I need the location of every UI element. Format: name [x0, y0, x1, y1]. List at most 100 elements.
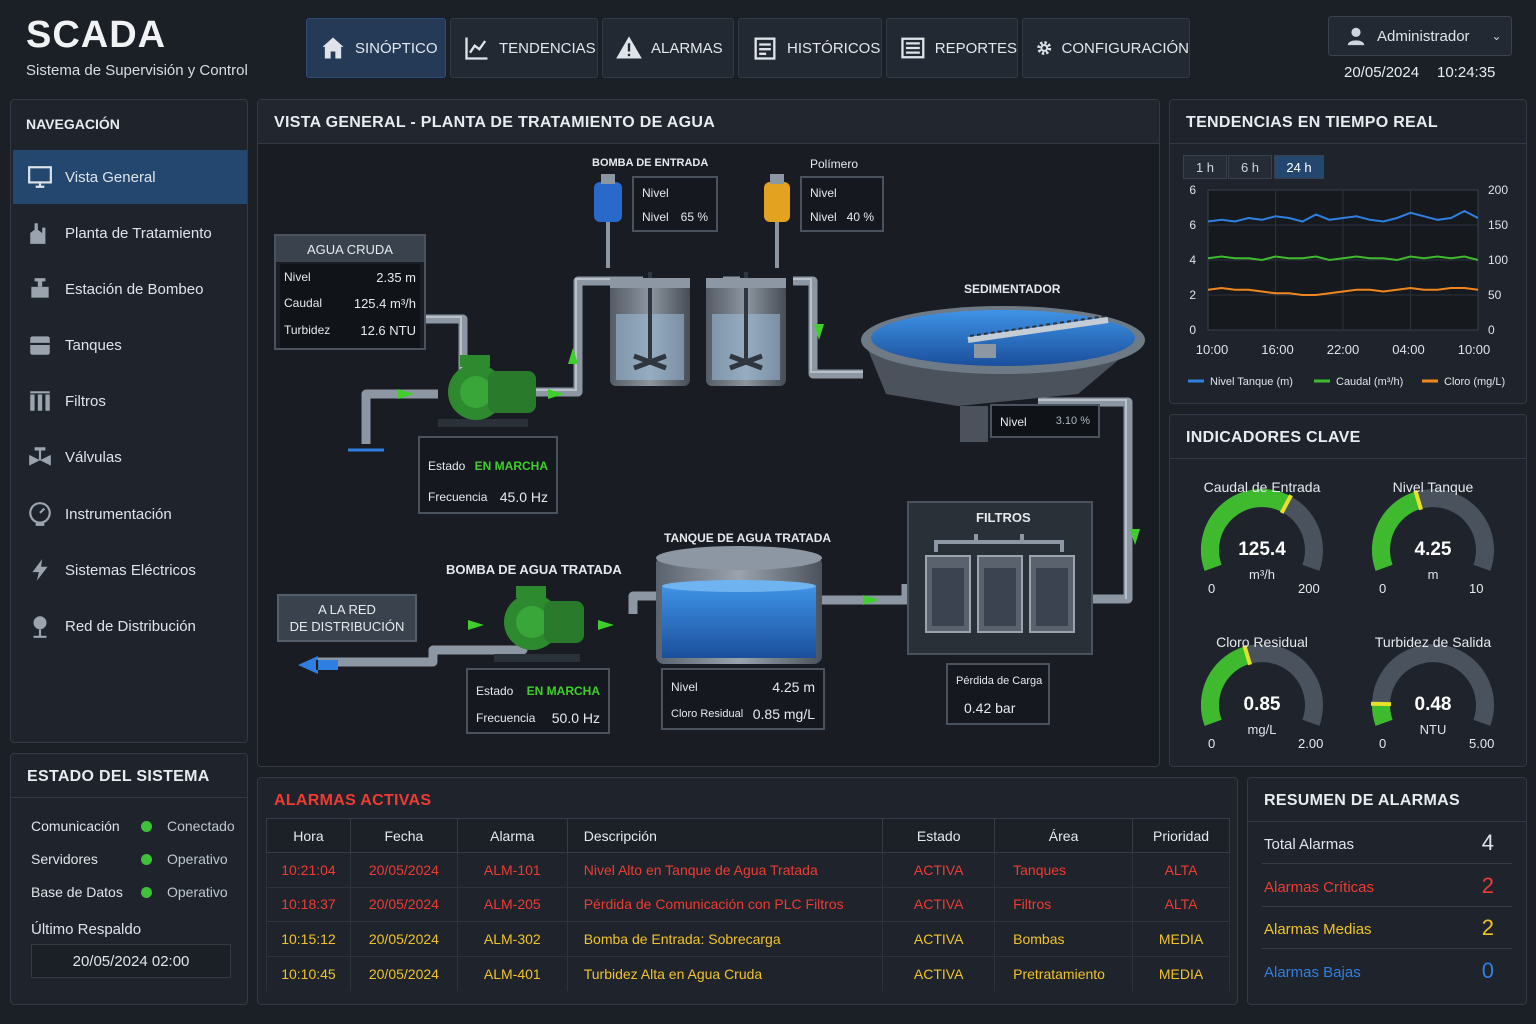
cell-area: Filtros [994, 886, 1134, 922]
x-tick: 04:00 [1392, 342, 1425, 357]
box-label: Frecuencia [476, 711, 536, 725]
sedimentador-box: Nivel 3.10 % [990, 404, 1100, 438]
summary-row-criticas[interactable]: Alarmas Críticas 2 [1262, 865, 1512, 907]
gauge-max: 10 [1469, 581, 1484, 596]
sidebar-item-label: Planta de Tratamiento [65, 224, 212, 242]
table-row[interactable]: 10:18:37 20/05/2024 ALM-205 Pérdida de C… [266, 886, 1230, 922]
cell-code: ALM-401 [456, 955, 568, 991]
tab-label: HISTÓRICOS [787, 39, 881, 57]
status-value: Conectado [167, 818, 235, 834]
system-status-title: ESTADO DEL SISTEMA [11, 754, 247, 798]
sidebar-item-label: Estación de Bombeo [65, 280, 204, 298]
col-estado[interactable]: Estado [882, 818, 996, 853]
col-prioridad[interactable]: Prioridad [1132, 818, 1230, 853]
sidebar-item-label: Filtros [65, 392, 106, 410]
sidebar-item-filtros[interactable]: Filtros [13, 374, 247, 428]
box-label: Estado [428, 459, 466, 473]
mixing-tank-2 [706, 272, 786, 386]
treated-pump-status-box: Estado EN MARCHA Frecuencia 50.0 Hz [466, 668, 610, 734]
inlet-pump-label: BOMBA DE ENTRADA [592, 157, 709, 169]
cell-state: ACTIVA [882, 955, 996, 991]
box-value: 40 % [846, 210, 874, 224]
gauge-unit: m [1427, 567, 1439, 582]
cell-date: 20/05/2024 [349, 886, 458, 922]
gear-icon [1037, 41, 1052, 55]
status-dot [141, 821, 152, 832]
tab-tendencias[interactable]: TENDENCIAS [450, 18, 598, 78]
summary-row-total[interactable]: Total Alarmas 4 [1262, 822, 1512, 864]
summary-label: Total Alarmas [1264, 836, 1355, 853]
col-hora[interactable]: Hora [266, 818, 351, 853]
cell-state: ACTIVA [882, 886, 996, 922]
inlet-pump [438, 355, 536, 427]
tab-label: CONFIGURACIÓN [1061, 39, 1190, 57]
sedimentador-label: SEDIMENTADOR [964, 282, 1061, 296]
cell-desc: Pérdida de Comunicación con PLC Filtros [566, 886, 884, 922]
calendar-icon [754, 37, 776, 60]
sidebar-item-valvulas[interactable]: Válvulas [13, 430, 247, 484]
inlet-dosing-box: Nivel Nivel 65 % [632, 176, 718, 232]
system-status-panel: ESTADO DEL SISTEMA Comunicación Conectad… [10, 753, 248, 1005]
summary-value: 2 [1481, 873, 1494, 898]
status-value: Operativo [167, 851, 228, 867]
sidebar-item-red[interactable]: Red de Distribución [13, 599, 247, 653]
tab-historicos[interactable]: HISTÓRICOS [738, 18, 882, 78]
sidebar-item-vista-general[interactable]: Vista General [13, 150, 247, 204]
summary-row-bajas[interactable]: Alarmas Bajas 0 [1262, 950, 1512, 992]
summary-row-medias[interactable]: Alarmas Medias 2 [1262, 907, 1512, 949]
filters-box: Pérdida de Carga 0.42 bar [946, 663, 1050, 725]
table-row[interactable]: 10:15:12 20/05/2024 ALM-302 Bomba de Ent… [266, 921, 1230, 956]
summary-label: Alarmas Bajas [1264, 964, 1361, 981]
col-descripcion[interactable]: Descripción [566, 818, 884, 853]
sidebar-item-electricos[interactable]: Sistemas Eléctricos [13, 543, 247, 597]
status-label: Base de Datos [31, 884, 123, 900]
sidebar-item-bombeo[interactable]: Estación de Bombeo [13, 262, 247, 316]
table-row[interactable]: 10:10:45 20/05/2024 ALM-401 Turbidez Alt… [266, 955, 1230, 991]
tab-configuracion[interactable]: CONFIGURACIÓN [1022, 18, 1190, 78]
col-alarma[interactable]: Alarma [456, 818, 568, 853]
inlet-chem-tank [594, 174, 622, 268]
cell-code: ALM-205 [456, 886, 568, 922]
current-date: 20/05/2024 [1344, 64, 1420, 81]
tab-sinoptico[interactable]: SINÓPTICO [306, 18, 446, 78]
box-label: Nivel [1000, 415, 1027, 429]
tab-reportes[interactable]: REPORTES [886, 18, 1018, 78]
range-6h-button[interactable]: 6 h [1228, 155, 1272, 179]
cell-state: ACTIVA [882, 852, 996, 887]
box-value: 3.10 % [1055, 415, 1090, 427]
cell-area: Tanques [994, 852, 1134, 887]
col-fecha[interactable]: Fecha [349, 818, 458, 853]
sidebar-title: NAVEGACIÓN [26, 116, 120, 132]
gauge-title: Cloro Residual [1216, 634, 1308, 650]
legend-label: Caudal (m³/h) [1336, 376, 1403, 388]
sidebar-item-planta[interactable]: Planta de Tratamiento [13, 206, 247, 260]
sidebar-item-tanques[interactable]: Tanques [13, 318, 247, 372]
range-24h-button[interactable]: 24 h [1274, 155, 1324, 179]
gauge-title: Nivel Tanque [1392, 479, 1474, 495]
treated-tank-label: TANQUE DE AGUA TRATADA [664, 531, 832, 545]
cell-time: 10:10:45 [266, 955, 351, 991]
chart-icon [465, 37, 488, 60]
treated-water-tank [656, 546, 822, 664]
x-tick: 10:00 [1196, 342, 1229, 357]
cell-desc: Nivel Alto en Tanque de Agua Tratada [566, 852, 884, 887]
table-row[interactable]: 10:21:04 20/05/2024 ALM-101 Nivel Alto e… [266, 852, 1230, 887]
user-menu[interactable]: Administrador ⌄ [1328, 16, 1512, 56]
backup-value: 20/05/2024 02:00 [31, 944, 231, 978]
cell-time: 10:15:12 [266, 921, 351, 956]
tab-alarmas[interactable]: ALARMAS [602, 18, 734, 78]
sidebar-item-instrumentacion[interactable]: Instrumentación [13, 487, 247, 541]
gauge-min: 0 [1208, 736, 1216, 751]
legend-label: Nivel Tanque (m) [1210, 376, 1293, 388]
col-area[interactable]: Área [994, 818, 1134, 853]
range-1h-button[interactable]: 1 h [1183, 155, 1227, 179]
polymer-label: Polímero [810, 157, 859, 171]
gauge-value: 125.4 [1238, 539, 1286, 560]
box-label: Estado [476, 684, 514, 698]
synoptic-title: VISTA GENERAL - PLANTA DE TRATAMIENTO DE… [258, 100, 1159, 144]
raw-water-box: AGUA CRUDA Nivel 2.35 m Caudal 125.4 m³/… [274, 234, 426, 350]
box-label: Nivel [810, 210, 837, 224]
cell-desc: Bomba de Entrada: Sobrecarga [566, 921, 884, 956]
box-label: Cloro Residual [671, 708, 744, 720]
y-tick-right: 150 [1488, 218, 1508, 232]
